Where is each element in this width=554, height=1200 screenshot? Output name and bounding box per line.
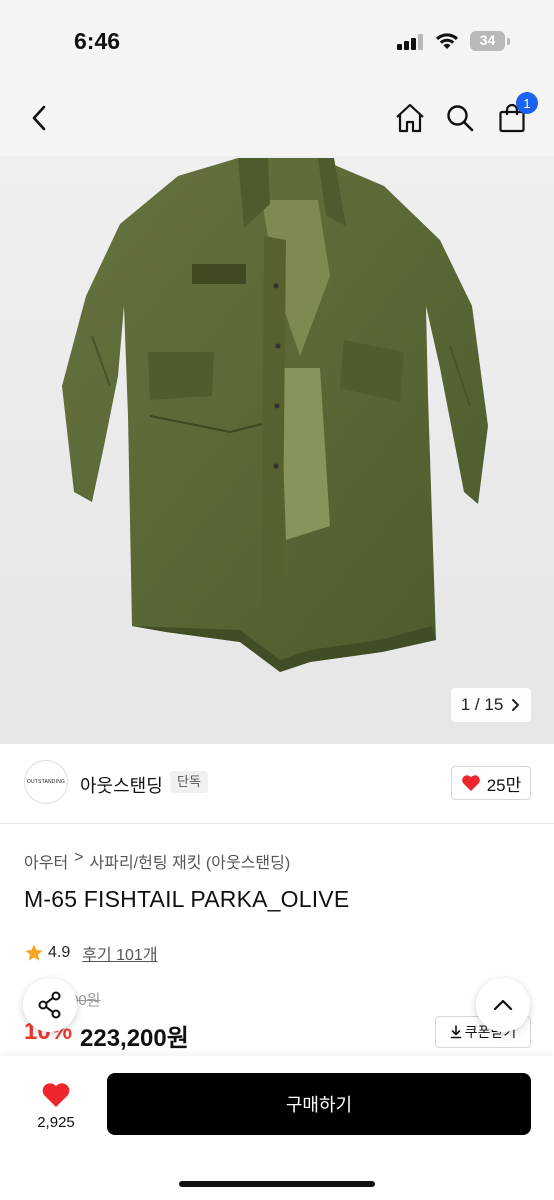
top-nav-bar: 1 xyxy=(0,80,554,156)
image-counter-text: 1 / 15 xyxy=(461,695,504,715)
chevron-up-icon xyxy=(493,999,513,1011)
cellular-signal-icon xyxy=(397,34,425,50)
heart-icon xyxy=(461,775,480,791)
breadcrumb: 아우터 > 사파리/헌팅 재킷 (아웃스탠딩) xyxy=(24,849,290,873)
brand-like-count: 25만 xyxy=(486,775,522,795)
star-icon xyxy=(25,944,43,961)
back-button[interactable] xyxy=(20,98,60,138)
battery-icon: 34 xyxy=(470,31,510,51)
exclusive-badge: 단독 xyxy=(170,771,208,793)
brand-logo[interactable]: OUTSTANDING xyxy=(24,760,68,804)
home-icon xyxy=(396,103,424,133)
back-chevron-icon xyxy=(32,105,46,131)
breadcrumb-separator: > xyxy=(74,849,84,866)
search-icon xyxy=(447,105,474,132)
battery-level: 34 xyxy=(479,32,496,48)
image-counter-separator: / xyxy=(474,695,480,714)
sale-price: 223,200원 xyxy=(80,1025,189,1052)
rating-value: 4.9 xyxy=(48,944,71,961)
search-button[interactable] xyxy=(440,98,480,138)
status-time: 6:46 xyxy=(74,28,121,54)
brand-logo-text: OUTSTANDING xyxy=(26,779,66,785)
rating-row: 4.9 후기 101개 xyxy=(24,941,158,965)
wishlist-count: 2,925 xyxy=(37,1113,75,1131)
image-current-index: 1 xyxy=(460,695,471,714)
home-button[interactable] xyxy=(390,98,430,138)
reviews-link[interactable]: 후기 101개 xyxy=(82,941,157,965)
brand-row: OUTSTANDING 아웃스탠딩 단독 25만 xyxy=(0,744,554,824)
heart-icon xyxy=(42,1082,70,1107)
brand-like-button[interactable]: 25만 xyxy=(451,766,531,800)
breadcrumb-subcategory[interactable]: 사파리/헌팅 재킷 (아웃스탠딩) xyxy=(90,849,291,873)
wishlist-button[interactable]: 2,925 xyxy=(20,1074,92,1138)
download-icon xyxy=(450,1025,462,1039)
chevron-right-icon xyxy=(512,699,520,711)
brand-name-link[interactable]: 아웃스탠딩 xyxy=(80,772,163,798)
home-indicator xyxy=(179,1181,375,1187)
share-icon xyxy=(38,991,61,1019)
cart-count-badge: 1 xyxy=(516,92,538,114)
wifi-icon xyxy=(436,33,458,49)
buy-button[interactable]: 구매하기 xyxy=(107,1073,531,1135)
image-counter-button[interactable]: 1 / 15 xyxy=(451,688,531,722)
image-total-count: 15 xyxy=(484,695,504,714)
status-bar: 6:46 34 xyxy=(0,0,554,80)
product-image xyxy=(62,158,488,672)
product-title: M-65 FISHTAIL PARKA_OLIVE xyxy=(24,886,350,912)
share-button[interactable] xyxy=(23,978,77,1032)
cart-button[interactable]: 1 xyxy=(492,92,538,138)
scroll-to-top-button[interactable] xyxy=(476,978,530,1032)
product-image-gallery[interactable] xyxy=(0,156,554,744)
bottom-action-bar: 2,925 구매하기 xyxy=(0,1056,554,1200)
breadcrumb-category[interactable]: 아우터 xyxy=(24,849,68,873)
